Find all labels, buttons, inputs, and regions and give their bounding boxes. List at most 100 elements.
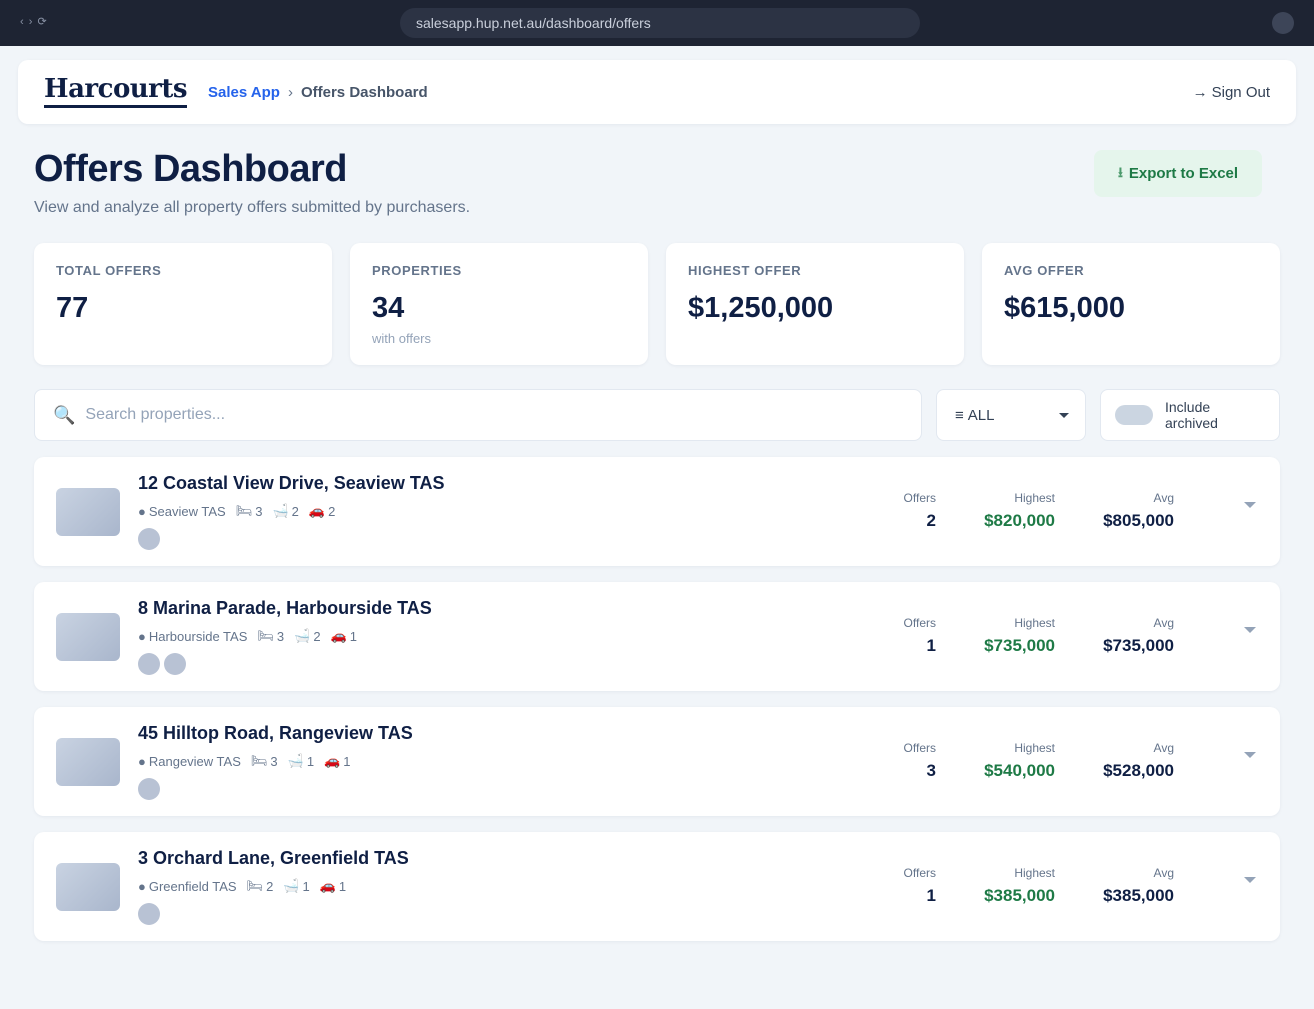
property-card[interactable]: 12 Coastal View Drive, Seaview TAS ● Seavi… bbox=[34, 457, 1280, 566]
car-count: 2 bbox=[328, 503, 336, 519]
stat-value: $615,000 bbox=[1004, 292, 1125, 324]
offers-metric: Offers 3 bbox=[904, 741, 936, 781]
highest-metric: Highest $385,000 bbox=[984, 866, 1055, 906]
expand-chevron-down-icon[interactable] bbox=[1244, 627, 1256, 633]
suburb-dot-icon: ● bbox=[138, 878, 146, 894]
property-suburb: Greenfield TAS bbox=[148, 878, 237, 894]
highest-offer-value: $735,000 bbox=[984, 636, 1055, 655]
search-input[interactable] bbox=[85, 406, 866, 424]
breadcrumb: Sales App › Offers Dashboard bbox=[208, 84, 428, 101]
property-title[interactable]: 45 Hilltop Road, Rangeview TAS bbox=[138, 723, 413, 744]
browser-bar: ‹ › ⟳ salesapp.hup.net.au/dashboard/offe… bbox=[0, 0, 1314, 46]
sign-out-label: Sign Out bbox=[1211, 84, 1270, 101]
highest-metric: Highest $820,000 bbox=[984, 491, 1055, 531]
page-subtitle: View and analyze all property offers sub… bbox=[34, 199, 471, 216]
offers-metric: Offers 2 bbox=[904, 491, 936, 531]
browser-nav-icons[interactable]: ‹ › ⟳ bbox=[20, 15, 48, 28]
offers-metric: Offers 1 bbox=[904, 616, 936, 656]
bath-icon: 🛁 bbox=[283, 878, 300, 893]
metric-label: Offers bbox=[903, 866, 936, 880]
property-thumbnail bbox=[56, 613, 120, 661]
status-filter-select[interactable]: ≡ ALL bbox=[936, 389, 1086, 441]
stat-card-avg-offer: Avg Offer $615,000 bbox=[982, 243, 1280, 365]
expand-chevron-down-icon[interactable] bbox=[1244, 502, 1256, 508]
page-title: Offers Dashboard bbox=[34, 148, 347, 190]
offers-count: 1 bbox=[926, 636, 936, 655]
property-suburb: Harbourside TAS bbox=[148, 628, 248, 644]
property-thumbnail bbox=[56, 863, 120, 911]
sign-out-button[interactable]: → Sign Out bbox=[1193, 84, 1270, 101]
bath-count: 1 bbox=[302, 878, 310, 894]
browser-profile-icon[interactable] bbox=[1272, 12, 1294, 34]
agent-avatars bbox=[138, 778, 160, 800]
include-archived-toggle[interactable]: Include archived bbox=[1100, 389, 1280, 441]
chevron-down-icon bbox=[1059, 412, 1069, 418]
export-excel-button[interactable]: ⭳ Export to Excel bbox=[1094, 150, 1262, 197]
bed-count: 3 bbox=[276, 628, 285, 644]
stat-value: $1,250,000 bbox=[688, 292, 834, 324]
property-title[interactable]: 3 Orchard Lane, Greenfield TAS bbox=[138, 848, 409, 869]
avg-metric: Avg $385,000 bbox=[1103, 866, 1174, 906]
car-count: 1 bbox=[349, 628, 357, 644]
suburb-dot-icon: ● bbox=[138, 753, 146, 769]
breadcrumb-sales-app[interactable]: Sales App bbox=[208, 84, 280, 101]
car-count: 1 bbox=[343, 753, 351, 769]
agent-avatar[interactable] bbox=[138, 903, 160, 925]
agent-avatars bbox=[138, 528, 160, 550]
property-card[interactable]: 45 Hilltop Road, Rangeview TAS ● Rangeview… bbox=[34, 707, 1280, 816]
highest-offer-value: $820,000 bbox=[984, 511, 1055, 530]
metric-label: Avg bbox=[1153, 741, 1174, 755]
property-thumbnail bbox=[56, 488, 120, 536]
expand-chevron-down-icon[interactable] bbox=[1244, 877, 1256, 883]
highest-metric: Highest $735,000 bbox=[984, 616, 1055, 656]
bath-icon: 🛁 bbox=[294, 628, 311, 643]
avg-metric: Avg $735,000 bbox=[1103, 616, 1174, 656]
agent-avatar[interactable] bbox=[138, 778, 160, 800]
arrow-right-icon: → bbox=[1192, 84, 1208, 101]
property-card[interactable]: 8 Marina Parade, Harbourside TAS ● Harbour… bbox=[34, 582, 1280, 691]
avg-offer-value: $735,000 bbox=[1103, 636, 1174, 655]
agent-avatar[interactable] bbox=[164, 653, 186, 675]
breadcrumb-current: Offers Dashboard bbox=[300, 84, 428, 101]
filter-icon: ≡ bbox=[955, 406, 964, 424]
car-icon: 🚗 bbox=[330, 628, 347, 643]
agent-avatar[interactable] bbox=[138, 653, 160, 675]
breadcrumb-separator-icon: › bbox=[287, 84, 293, 101]
export-label: Export to Excel bbox=[1128, 165, 1239, 182]
stat-label: Total Offers bbox=[56, 263, 162, 278]
agent-avatars bbox=[138, 903, 160, 925]
bed-icon: 🛏 bbox=[257, 628, 274, 643]
app-header: Harcourts Sales App › Offers Dashboard →… bbox=[18, 60, 1296, 124]
expand-chevron-down-icon[interactable] bbox=[1244, 752, 1256, 758]
property-card[interactable]: 3 Orchard Lane, Greenfield TAS ● Greenfiel… bbox=[34, 832, 1280, 941]
property-meta: ● Rangeview TAS 🛏 3 🛁 1 🚗 1 bbox=[138, 753, 350, 769]
metric-label: Avg bbox=[1153, 866, 1174, 880]
bath-count: 2 bbox=[291, 503, 299, 519]
metric-label: Avg bbox=[1153, 616, 1174, 630]
property-title[interactable]: 8 Marina Parade, Harbourside TAS bbox=[138, 598, 432, 619]
stat-card-properties: Properties 34 with offers bbox=[350, 243, 648, 365]
stat-label: Avg Offer bbox=[1004, 263, 1085, 278]
property-title[interactable]: 12 Coastal View Drive, Seaview TAS bbox=[138, 473, 444, 494]
filter-selected-value: ALL bbox=[967, 406, 995, 424]
download-icon: ⭳ bbox=[1117, 163, 1123, 180]
avg-offer-value: $528,000 bbox=[1103, 761, 1174, 780]
toggle-switch[interactable] bbox=[1115, 405, 1153, 425]
url-bar[interactable]: salesapp.hup.net.au/dashboard/offers bbox=[400, 8, 920, 38]
car-icon: 🚗 bbox=[319, 878, 336, 893]
stat-card-total-offers: Total Offers 77 bbox=[34, 243, 332, 365]
stat-card-highest-offer: Highest Offer $1,250,000 bbox=[666, 243, 964, 365]
highest-metric: Highest $540,000 bbox=[984, 741, 1055, 781]
highest-offer-value: $385,000 bbox=[984, 886, 1055, 905]
bath-icon: 🛁 bbox=[272, 503, 289, 518]
harcourts-logo[interactable]: Harcourts bbox=[44, 74, 188, 108]
metric-label: Avg bbox=[1153, 491, 1174, 505]
property-thumbnail bbox=[56, 738, 120, 786]
bed-icon: 🛏 bbox=[246, 878, 264, 893]
property-meta: ● Harbourside TAS 🛏 3 🛁 2 🚗 1 bbox=[138, 628, 357, 644]
agent-avatar[interactable] bbox=[138, 528, 160, 550]
property-meta: ● Greenfield TAS 🛏 2 🛁 1 🚗 1 bbox=[138, 878, 346, 894]
offers-count: 3 bbox=[926, 761, 936, 780]
bed-icon: 🛏 bbox=[235, 503, 253, 518]
bed-icon: 🛏 bbox=[250, 753, 268, 768]
